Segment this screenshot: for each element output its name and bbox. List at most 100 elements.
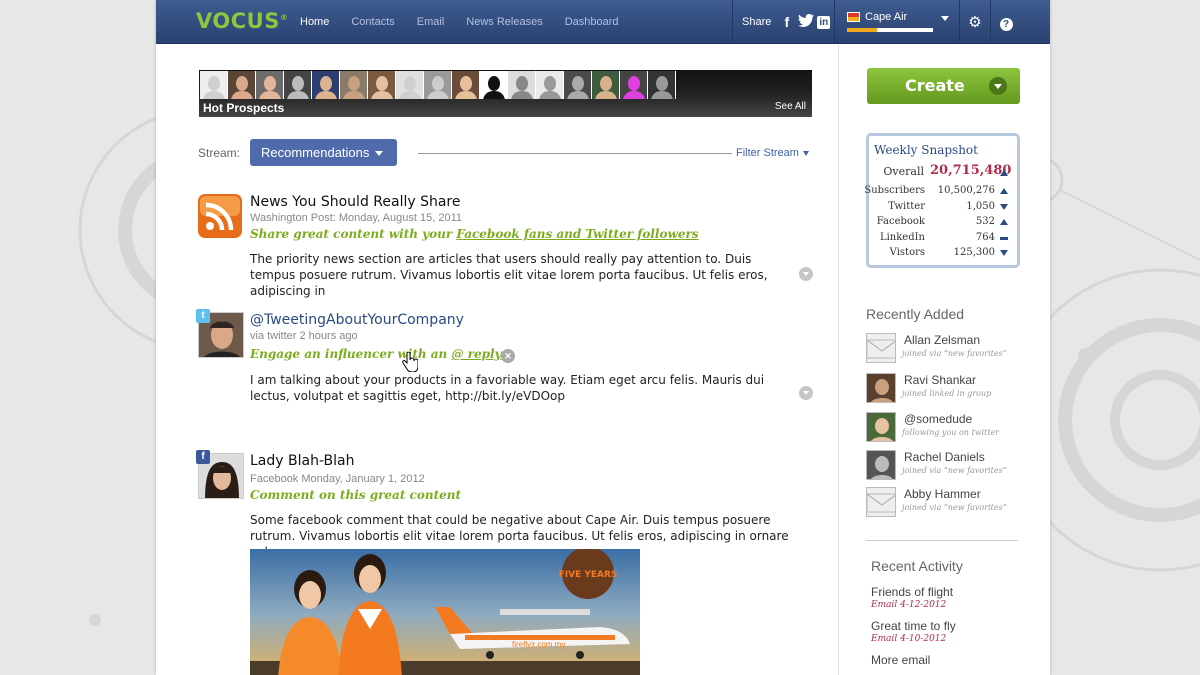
snapshot-row: LinkedIn 764 [869, 232, 1017, 247]
contact-name[interactable]: Ravi Shankar [904, 373, 976, 387]
prospect-avatar[interactable] [340, 71, 368, 99]
activity-title[interactable]: More email [871, 653, 1031, 667]
chevron-down-icon[interactable] [941, 16, 949, 21]
prospect-avatar[interactable] [592, 71, 620, 99]
facebook-icon[interactable]: f [779, 14, 794, 30]
recently-added-item[interactable]: Ravi Shankar joined linked in group [866, 373, 1036, 409]
stream-label: Stream: [198, 146, 241, 160]
hot-prospects-avatars [200, 71, 676, 99]
twitter-icon[interactable] [798, 13, 815, 30]
snapshot-title: Weekly Snapshot [874, 143, 978, 157]
post-body: I am talking about your products in a fa… [250, 373, 765, 403]
avatar [866, 450, 896, 480]
expand-icon[interactable] [799, 267, 813, 281]
account-progress-bar [847, 28, 933, 32]
activity-title[interactable]: Friends of flight [871, 585, 1031, 599]
snapshot-row-label: Vistors [889, 247, 925, 258]
chevron-down-icon[interactable] [989, 77, 1007, 95]
gear-icon[interactable]: ⚙ [959, 0, 990, 44]
chevron-down-icon [375, 151, 384, 157]
nav-dashboard[interactable]: Dashboard [565, 16, 619, 28]
column-divider [838, 45, 839, 675]
post-body: The priority news section are articles t… [250, 252, 768, 298]
mail-icon [866, 333, 896, 363]
activity-title[interactable]: Great time to fly [871, 619, 1031, 633]
image-badge-text: FIVE YEARS [559, 570, 618, 580]
post-call-to-action[interactable]: Comment on this great content [250, 488, 461, 502]
recently-added-item[interactable]: Abby Hammer joined via “new favorites” [866, 487, 1036, 523]
activity-item[interactable]: Friends of flight Email 4-12-2012 [871, 585, 1031, 610]
prospect-avatar[interactable] [508, 71, 536, 99]
account-name: Cape Air [865, 11, 908, 23]
rss-icon [198, 194, 244, 240]
weekly-snapshot-panel: Weekly Snapshot Overall 20,715,480 Subsc… [864, 133, 1020, 268]
activity-date: Email 4-10-2012 [871, 634, 947, 644]
avatar [866, 412, 896, 442]
contact-source: joined via “new favorites” [902, 503, 1007, 512]
prospect-avatar[interactable] [256, 71, 284, 99]
help-icon[interactable]: ? [990, 0, 1021, 44]
prospect-avatar[interactable] [536, 71, 564, 99]
prospect-avatar[interactable] [424, 71, 452, 99]
hand-cursor-icon [402, 352, 418, 372]
nav-contacts[interactable]: Contacts [351, 16, 394, 28]
account-switcher[interactable]: Cape Air [834, 0, 958, 44]
prospect-avatar[interactable] [480, 71, 508, 99]
contact-name[interactable]: Allan Zelsman [904, 333, 980, 347]
snapshot-row-label: LinkedIn [879, 231, 925, 243]
create-button[interactable]: Create [867, 68, 1020, 104]
trend-down-icon [1000, 203, 1008, 210]
hot-prospects-strip: Hot Prospects See All [199, 70, 812, 117]
trend-flat-icon [1000, 236, 1008, 240]
post-image[interactable]: fireflyz.com.my FIVE YEARS [250, 549, 640, 675]
contact-name[interactable]: Abby Hammer [904, 487, 981, 501]
see-all-link[interactable]: See All [775, 101, 806, 112]
activity-item[interactable]: Great time to fly Email 4-10-2012 [871, 619, 1031, 644]
post-title[interactable]: News You Should Really Share [250, 194, 461, 210]
recently-added-item[interactable]: @somedude following you on twitter [866, 412, 1036, 448]
contact-name[interactable]: Rachel Daniels [904, 450, 985, 464]
prospect-avatar[interactable] [368, 71, 396, 99]
image-caption: fireflyz.com.my [512, 640, 565, 649]
nav-email[interactable]: Email [417, 16, 445, 28]
stream-dropdown[interactable]: Recommendations [250, 139, 397, 166]
post-call-to-action[interactable]: Share great content with your Facebook f… [250, 227, 699, 241]
top-nav-bar: VOCUS® Home Contacts Email News Releases… [156, 0, 1050, 44]
prospect-avatar[interactable] [648, 71, 676, 99]
post-meta: Washington Post: Monday, August 15, 2011 [250, 212, 462, 224]
snapshot-overall-label: Overall [883, 165, 924, 178]
prospect-avatar[interactable] [284, 71, 312, 99]
prospect-avatar[interactable] [312, 71, 340, 99]
trend-up-icon [1000, 188, 1008, 194]
activity-item[interactable]: More email [871, 653, 1031, 667]
prospect-avatar[interactable] [396, 71, 424, 99]
linkedin-icon[interactable]: in [817, 15, 831, 29]
filter-stream-link[interactable]: Filter Stream [736, 147, 809, 159]
contact-name[interactable]: @somedude [904, 412, 972, 426]
snapshot-row-value: 1,050 [966, 200, 995, 212]
facebook-icon: f [196, 450, 210, 464]
recently-added-title: Recently Added [866, 306, 965, 322]
prospect-avatar[interactable] [200, 71, 228, 99]
snapshot-row-value: 764 [975, 231, 995, 243]
trend-up-icon [1000, 170, 1008, 176]
snapshot-row: Twitter 1,050 [869, 201, 1017, 216]
vocus-logo[interactable]: VOCUS® [196, 9, 288, 33]
recently-added-item[interactable]: Allan Zelsman joined via “new favorites” [866, 333, 1036, 369]
nav-news-releases[interactable]: News Releases [466, 16, 542, 28]
main-nav: Home Contacts Email News Releases Dashbo… [300, 16, 641, 28]
dismiss-icon[interactable]: ✕ [501, 349, 515, 363]
post-meta: Facebook Monday, January 1, 2012 [250, 473, 425, 485]
prospect-avatar[interactable] [564, 71, 592, 99]
nav-home[interactable]: Home [300, 16, 329, 28]
recently-added-item[interactable]: Rachel Daniels joined via “new favorites” [866, 450, 1036, 486]
post-title[interactable]: @TweetingAboutYourCompany [250, 312, 464, 328]
snapshot-row-value: 125,300 [953, 247, 995, 258]
expand-icon[interactable] [799, 386, 813, 400]
prospect-avatar[interactable] [228, 71, 256, 99]
prospect-avatar[interactable] [452, 71, 480, 99]
twitter-icon: t [196, 309, 210, 323]
prospect-avatar[interactable] [620, 71, 648, 99]
post-call-to-action[interactable]: Engage an influencer with an @ reply [250, 347, 502, 361]
post-title[interactable]: Lady Blah-Blah [250, 453, 354, 469]
